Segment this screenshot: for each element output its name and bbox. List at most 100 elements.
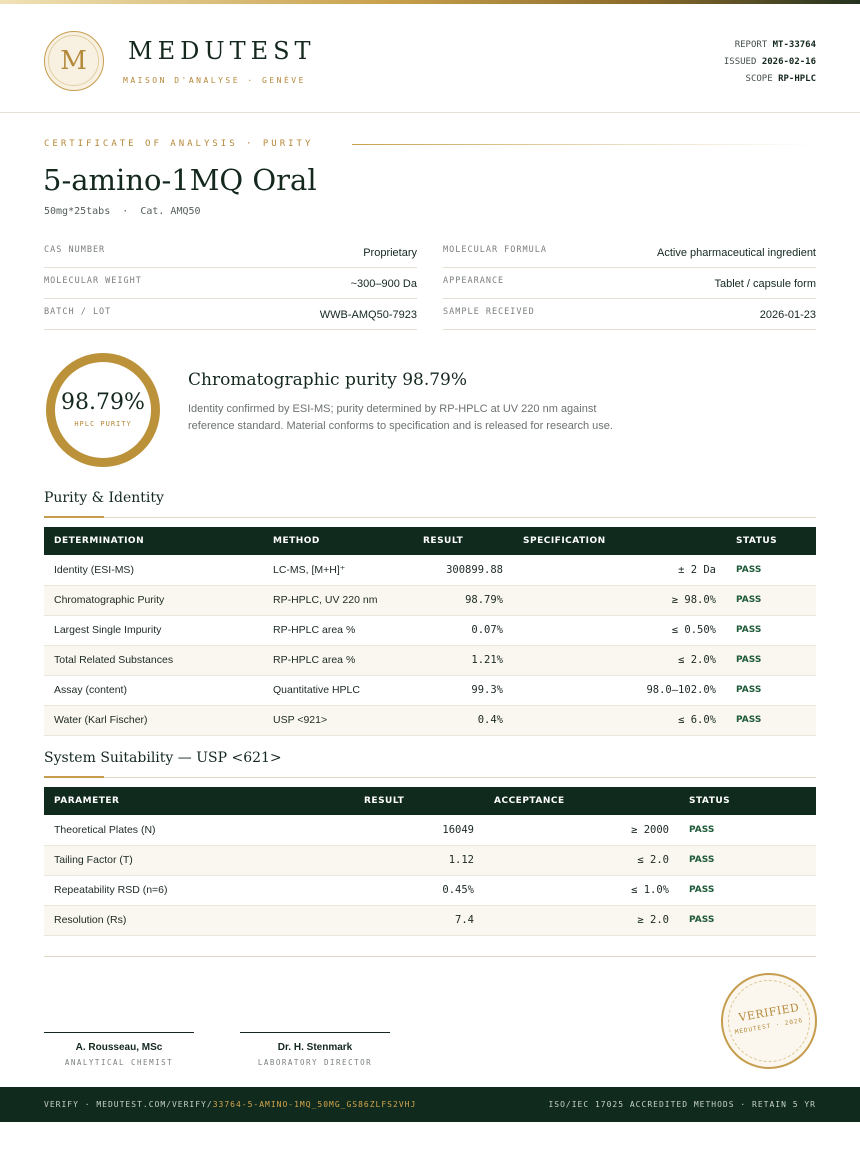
purity-section-title: Purity & Identity [44, 490, 164, 506]
status-badge: PASS [726, 705, 816, 736]
info-row: BATCH / LOT WWB-AMQ50-7923 [44, 299, 417, 330]
table-row: Largest Single Impurity RP-HPLC area % 0… [44, 615, 816, 646]
issued-label: ISSUED [723, 57, 757, 67]
spec-cell: ≤ 6.0% [513, 705, 726, 736]
product-subtitle: 50mg*25tabs · Cat. AMQ50 [44, 206, 201, 217]
determination-cell: Water (Karl Fischer) [44, 705, 263, 736]
col-header: STATUS [679, 787, 816, 815]
table-row: Water (Karl Fischer) USP <921> 0.4% ≤ 6.… [44, 705, 816, 736]
signatory-name: A. Rousseau, MSc [75, 1042, 163, 1053]
parameter-cell: Theoretical Plates (N) [44, 815, 354, 846]
info-grid-right: MOLECULAR FORMULA Active pharmaceutical i… [443, 237, 816, 330]
verification-footer: VERIFY · MEDUTEST.COM/VERIFY/33764-5-AMI… [0, 1087, 860, 1122]
brand-name: MEDUTEST [128, 37, 316, 65]
status-badge: PASS [726, 555, 816, 586]
determination-cell: Largest Single Impurity [44, 615, 263, 646]
scope-line: SCOPE RP-HPLC [724, 71, 816, 88]
col-header: SPECIFICATION [513, 527, 726, 555]
logo-monogram: M [48, 35, 99, 86]
method-cell: RP-HPLC area % [263, 615, 413, 646]
purity-summary-title: Chromatographic purity 98.79% [188, 370, 468, 390]
parameter-cell: Resolution (Rs) [44, 905, 354, 936]
method-cell: RP-HPLC area % [263, 645, 413, 676]
col-header: STATUS [726, 527, 816, 555]
result-cell: 7.4 [354, 905, 484, 936]
result-cell: 0.4% [413, 705, 513, 736]
verify-prefix: VERIFY · MEDUTEST.COM/VERIFY/ [44, 1100, 213, 1109]
status-badge: PASS [679, 815, 816, 846]
spec-cell: ≥ 98.0% [513, 585, 726, 616]
table-header-row: PARAMETER RESULT ACCEPTANCE STATUS [44, 787, 816, 815]
result-cell: 1.21% [413, 645, 513, 676]
section-accent [44, 516, 104, 518]
product-title: 5-amino-1MQ Oral [43, 163, 317, 197]
section-rule [44, 777, 816, 778]
info-row: MOLECULAR WEIGHT ~300–900 Da [44, 268, 417, 299]
status-badge: PASS [679, 905, 816, 936]
determination-cell: Assay (content) [44, 675, 263, 706]
table-row: Identity (ESI-MS) LC-MS, [M+H]⁺ 300899.8… [44, 555, 816, 586]
info-key: MOLECULAR FORMULA [443, 244, 547, 255]
system-suitability-table: PARAMETER RESULT ACCEPTANCE STATUS Theor… [44, 787, 816, 936]
certificate-label: CERTIFICATE OF ANALYSIS · PURITY [44, 139, 314, 149]
method-cell: USP <921> [263, 705, 413, 736]
table-row: Assay (content) Quantitative HPLC 99.3% … [44, 675, 816, 706]
result-cell: 99.3% [413, 675, 513, 706]
status-badge: PASS [726, 585, 816, 616]
scope-value: RP-HPLC [778, 74, 816, 84]
info-key: CAS NUMBER [44, 244, 106, 255]
info-key: SAMPLE RECEIVED [443, 306, 535, 317]
brand-logo: M [44, 31, 104, 91]
signature-block-director: Dr. H. Stenmark LABORATORY DIRECTOR [240, 1032, 390, 1067]
result-cell: 1.12 [354, 845, 484, 876]
acceptance-cell: ≤ 1.0% [484, 875, 679, 906]
determination-cell: Identity (ESI-MS) [44, 555, 263, 586]
report-value: MT-33764 [772, 40, 816, 50]
verify-link[interactable]: 33764-5-AMINO-1MQ_50MG_GS86ZLFS2VHJ [213, 1100, 417, 1109]
determination-cell: Chromatographic Purity [44, 585, 263, 616]
info-key: MOLECULAR WEIGHT [44, 275, 142, 286]
acceptance-cell: ≤ 2.0 [484, 845, 679, 876]
purity-summary-description: Identity confirmed by ESI-MS; purity det… [188, 403, 613, 432]
section-rule [44, 517, 816, 518]
acceptance-cell: ≥ 2000 [484, 815, 679, 846]
result-cell: 0.07% [413, 615, 513, 646]
col-header: METHOD [263, 527, 413, 555]
purity-ring: 98.79% HPLC PURITY [46, 353, 160, 467]
col-header: DETERMINATION [44, 527, 263, 555]
report-id-line: REPORT MT-33764 [724, 37, 816, 54]
table-row: Repeatability RSD (n=6) 0.45% ≤ 1.0% PAS… [44, 875, 816, 906]
info-value: Active pharmaceutical ingredient [657, 247, 816, 259]
parameter-cell: Repeatability RSD (n=6) [44, 875, 354, 906]
col-header: ACCEPTANCE [484, 787, 679, 815]
info-value: ~300–900 Da [350, 278, 417, 290]
result-cell: 98.79% [413, 585, 513, 616]
status-badge: PASS [679, 875, 816, 906]
info-value: 2026-01-23 [759, 309, 816, 321]
result-cell: 300899.88 [413, 555, 513, 586]
spec-cell: 98.0–102.0% [513, 675, 726, 706]
parameter-cell: Tailing Factor (T) [44, 845, 354, 876]
purity-ring-label: HPLC PURITY [74, 420, 132, 428]
method-cell: LC-MS, [M+H]⁺ [263, 555, 413, 586]
table-row: Total Related Substances RP-HPLC area % … [44, 645, 816, 676]
table-row: Theoretical Plates (N) 16049 ≥ 2000 PASS [44, 815, 816, 846]
result-cell: 0.45% [354, 875, 484, 906]
signatory-name: Dr. H. Stenmark [277, 1042, 353, 1053]
info-row: SAMPLE RECEIVED 2026-01-23 [443, 299, 816, 330]
col-header: PARAMETER [44, 787, 354, 815]
accreditation-note: ISO/IEC 17025 ACCREDITED METHODS · RETAI… [548, 1100, 816, 1109]
info-value: WWB-AMQ50-7923 [319, 309, 417, 321]
method-cell: Quantitative HPLC [263, 675, 413, 706]
info-row: APPEARANCE Tablet / capsule form [443, 268, 816, 299]
verify-line: VERIFY · MEDUTEST.COM/VERIFY/33764-5-AMI… [44, 1100, 416, 1109]
info-key: APPEARANCE [443, 275, 505, 286]
status-badge: PASS [679, 845, 816, 876]
report-label: REPORT [734, 40, 768, 50]
col-header: RESULT [354, 787, 484, 815]
purity-table: DETERMINATION METHOD RESULT SPECIFICATIO… [44, 527, 816, 736]
result-cell: 16049 [354, 815, 484, 846]
col-header: RESULT [413, 527, 513, 555]
table-header-row: DETERMINATION METHOD RESULT SPECIFICATIO… [44, 527, 816, 555]
info-grid-left: CAS NUMBER Proprietary MOLECULAR WEIGHT ~3… [44, 237, 417, 330]
